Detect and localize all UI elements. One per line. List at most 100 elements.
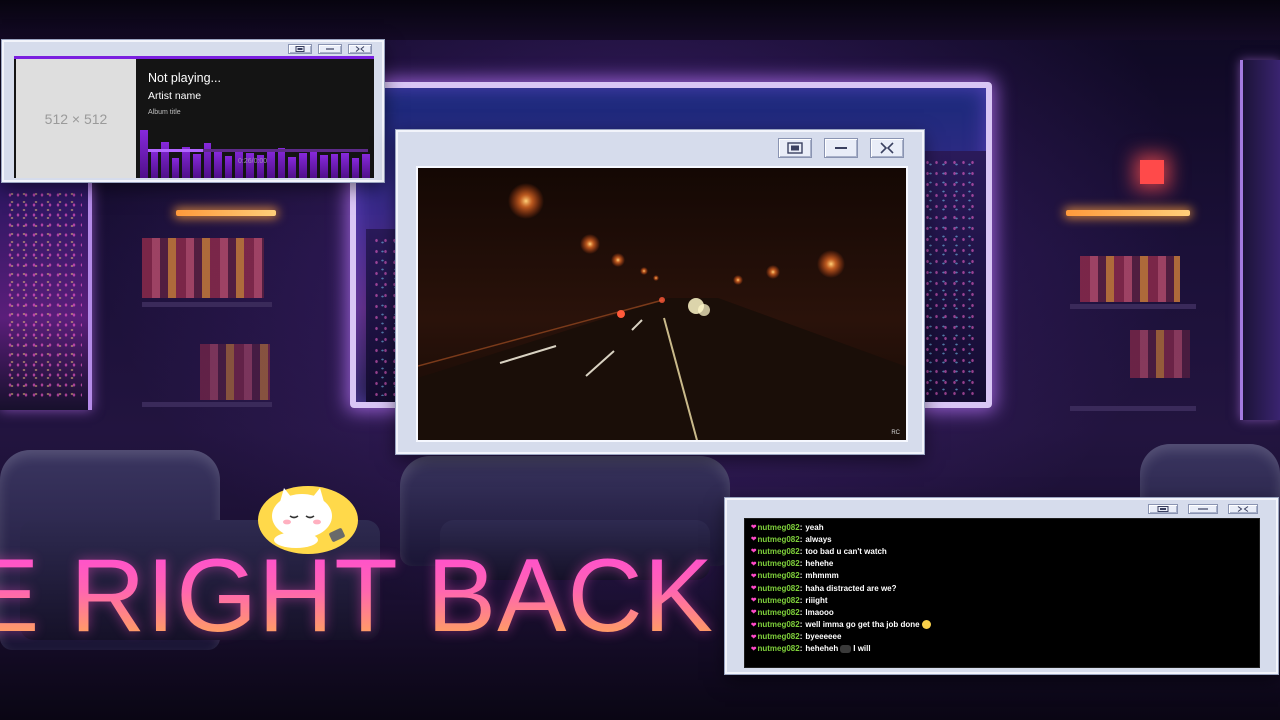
chat-username[interactable]: nutmeg082 — [757, 644, 799, 653]
chat-username[interactable]: nutmeg082 — [757, 535, 799, 544]
restore-icon[interactable] — [778, 138, 812, 158]
video-frame-image — [418, 168, 906, 440]
spectrum-bar — [245, 153, 254, 178]
bookshelf-books — [1080, 256, 1180, 302]
chat-username[interactable]: nutmeg082 — [757, 632, 799, 641]
restore-icon[interactable] — [1148, 504, 1178, 514]
chat-separator: : — [799, 559, 803, 569]
minimize-icon[interactable] — [1188, 504, 1218, 514]
spectrum-bar — [214, 152, 222, 178]
shelf — [1070, 406, 1196, 411]
chat-message: ❤ nutmeg082: mhmmm — [751, 570, 1259, 582]
heart-badge-icon: ❤ — [751, 645, 757, 653]
fullscreen-icon[interactable] — [870, 138, 904, 158]
heart-badge-icon: ❤ — [751, 621, 757, 629]
chat-message: ❤ nutmeg082: haha distracted are we? — [751, 582, 1259, 594]
spectrum-bar — [192, 154, 201, 178]
heart-badge-icon: ❤ — [751, 524, 757, 532]
chat-separator: : — [799, 620, 803, 630]
spectrum-bar — [277, 148, 286, 178]
heart-badge-icon: ❤ — [751, 536, 757, 544]
spectrum-bar — [140, 130, 148, 178]
spectrum-bar — [288, 157, 296, 178]
sunglasses-emoji-icon — [840, 644, 852, 653]
shelf — [1070, 304, 1196, 309]
spectrum-bar — [351, 158, 360, 178]
chat-message: ❤ nutmeg082: lmaooo — [751, 606, 1259, 618]
chat-message: ❤ nutmeg082: hehehe — [751, 558, 1259, 570]
chat-message: ❤ nutmeg082: yeah — [751, 521, 1259, 533]
night-drive-video[interactable]: RC — [416, 166, 908, 442]
fullscreen-icon[interactable] — [1228, 504, 1258, 514]
heart-badge-icon: ❤ — [751, 572, 757, 580]
chat-text: lmaooo — [805, 607, 834, 617]
chat-separator: : — [799, 546, 803, 556]
chat-text: too bad u can't watch — [805, 546, 887, 556]
chat-separator: : — [799, 644, 803, 654]
chat-username[interactable]: nutmeg082 — [757, 620, 799, 629]
video-watermark: RC — [891, 430, 900, 436]
heart-badge-icon: ❤ — [751, 560, 757, 568]
fullscreen-icon[interactable] — [348, 44, 372, 54]
album-art-placeholder: 512 × 512 — [16, 59, 136, 178]
chat-username[interactable]: nutmeg082 — [757, 608, 799, 617]
grin-emoji-icon — [921, 620, 931, 630]
spectrum-bar — [330, 154, 339, 178]
spectrum-bar — [171, 158, 180, 178]
be-right-back-text: E RIGHT BACK — [0, 544, 714, 648]
window-controls — [288, 44, 372, 54]
chat-message-list[interactable]: ❤ nutmeg082: yeah ❤ nutmeg082: always ❤ … — [744, 518, 1260, 668]
sleeping-cat-sticker — [258, 486, 358, 554]
spectrum-bar — [320, 155, 328, 178]
chat-separator: : — [799, 571, 803, 581]
shelf — [142, 302, 272, 307]
shelf-light — [176, 210, 276, 216]
bookshelf-books — [1130, 330, 1190, 378]
heart-badge-icon: ❤ — [751, 609, 757, 617]
video-window: RC — [396, 130, 924, 454]
chat-username[interactable]: nutmeg082 — [757, 596, 799, 605]
heart-badge-icon: ❤ — [751, 597, 757, 605]
chat-username[interactable]: nutmeg082 — [757, 559, 799, 568]
chat-separator: : — [799, 632, 803, 642]
chat-text: mhmmm — [805, 571, 839, 581]
restore-icon[interactable] — [288, 44, 312, 54]
chat-text: heheheh — [805, 644, 839, 654]
chat-username[interactable]: nutmeg082 — [757, 547, 799, 556]
chat-separator: : — [799, 534, 803, 544]
heart-badge-icon: ❤ — [751, 585, 757, 593]
chat-message: ❤ nutmeg082: riiight — [751, 594, 1259, 606]
chat-text: hehehe — [805, 559, 834, 569]
chat-message: ❤ nutmeg082: well imma go get tha job do… — [751, 619, 1259, 631]
heart-badge-icon: ❤ — [751, 548, 757, 556]
minimize-icon[interactable] — [318, 44, 342, 54]
chat-message: ❤ nutmeg082: byeeeeee — [751, 631, 1259, 643]
heart-badge-icon: ❤ — [751, 633, 757, 641]
spectrum-bar — [298, 153, 307, 178]
shelf — [142, 402, 272, 407]
minimize-icon[interactable] — [824, 138, 858, 158]
music-player-window: 512 × 512 Not playing... Artist name Alb… — [2, 40, 384, 182]
chat-text: riiight — [805, 595, 828, 605]
chat-message: ❤ nutmeg082: always — [751, 533, 1259, 545]
shelf-light — [1066, 210, 1190, 216]
music-player: 512 × 512 Not playing... Artist name Alb… — [14, 56, 374, 178]
ceiling — [0, 0, 1280, 40]
chat-text: haha distracted are we? — [805, 583, 897, 593]
playback-progress-bar[interactable] — [148, 149, 368, 152]
chat-separator: : — [799, 595, 803, 605]
chat-username[interactable]: nutmeg082 — [757, 571, 799, 580]
bookshelf-books — [142, 238, 264, 298]
chat-message: ❤ nutmeg082: too bad u can't watch — [751, 545, 1259, 557]
spectrum-bar — [224, 156, 233, 178]
chat-username[interactable]: nutmeg082 — [757, 523, 799, 532]
chat-username[interactable]: nutmeg082 — [757, 584, 799, 593]
bookshelf-books — [200, 344, 270, 400]
window-controls — [778, 138, 904, 158]
chat-separator: : — [799, 522, 803, 532]
playback-progress-fill — [148, 149, 203, 152]
chat-separator: : — [799, 607, 803, 617]
spectrum-bar — [267, 150, 275, 178]
album-title: Album title — [148, 109, 181, 116]
window-controls — [1148, 504, 1258, 514]
